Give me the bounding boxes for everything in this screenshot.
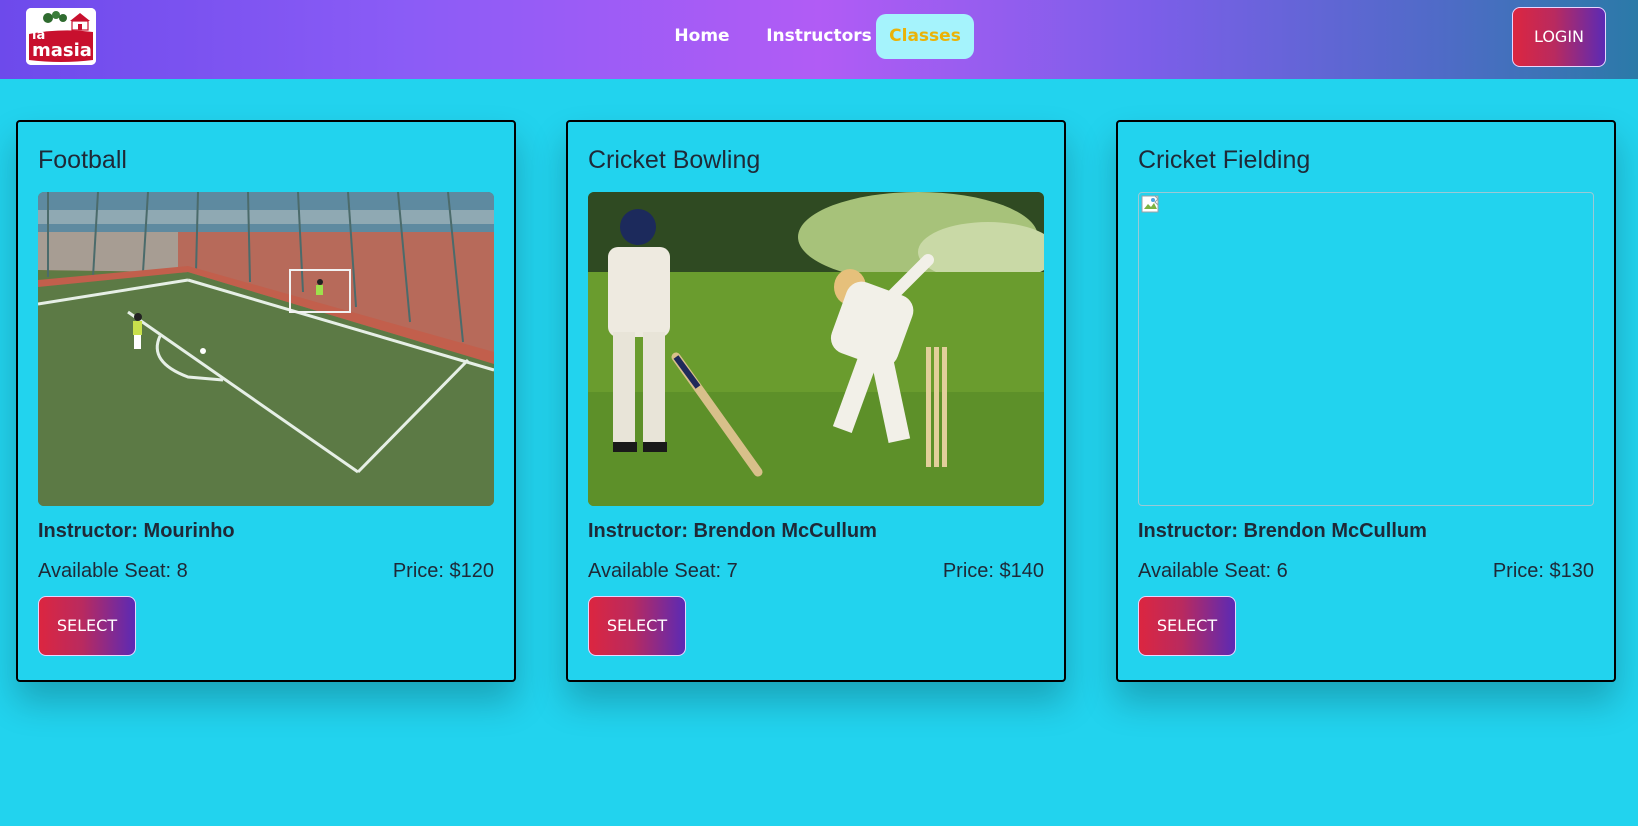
class-card: Football Instructor: Mourinho Available … xyxy=(16,120,516,682)
nav-link-instructors[interactable]: Instructors xyxy=(758,14,880,59)
class-title: Football xyxy=(38,146,127,174)
cricket-bowling-photo xyxy=(588,192,1044,506)
class-instructor: Instructor: Mourinho xyxy=(38,520,235,542)
available-seats: Available Seat: 8 xyxy=(38,560,188,582)
class-card: Cricket Fielding Instructor: Brendon McC… xyxy=(1116,120,1616,682)
class-price: Price: $130 xyxy=(1492,560,1594,582)
class-price: Price: $140 xyxy=(942,560,1044,582)
select-class-button[interactable]: SELECT xyxy=(588,596,686,656)
login-button[interactable]: LOGIN xyxy=(1512,7,1606,67)
class-instructor: Instructor: Brendon McCullum xyxy=(588,520,877,542)
class-price: Price: $120 xyxy=(392,560,494,582)
broken-image-icon xyxy=(1141,195,1161,215)
available-seats: Available Seat: 7 xyxy=(588,560,738,582)
class-title: Cricket Bowling xyxy=(588,146,761,174)
class-card: Cricket Bowling Instructor: Brendon McCu… xyxy=(566,120,1066,682)
class-instructor: Instructor: Brendon McCullum xyxy=(1138,520,1427,542)
logo-text-bottom: masia xyxy=(32,40,92,61)
football-pitch-photo xyxy=(38,192,494,506)
site-logo[interactable]: la masia xyxy=(26,8,96,65)
broken-image-placeholder xyxy=(1138,192,1594,506)
nav-link-home[interactable]: Home xyxy=(658,14,746,59)
nav-link-classes[interactable]: Classes xyxy=(876,14,974,59)
select-class-button[interactable]: SELECT xyxy=(38,596,136,656)
select-class-button[interactable]: SELECT xyxy=(1138,596,1236,656)
top-navbar: la masia Home Instructors Classes LOGIN xyxy=(0,0,1638,79)
class-title: Cricket Fielding xyxy=(1138,146,1311,174)
available-seats: Available Seat: 6 xyxy=(1138,560,1288,582)
